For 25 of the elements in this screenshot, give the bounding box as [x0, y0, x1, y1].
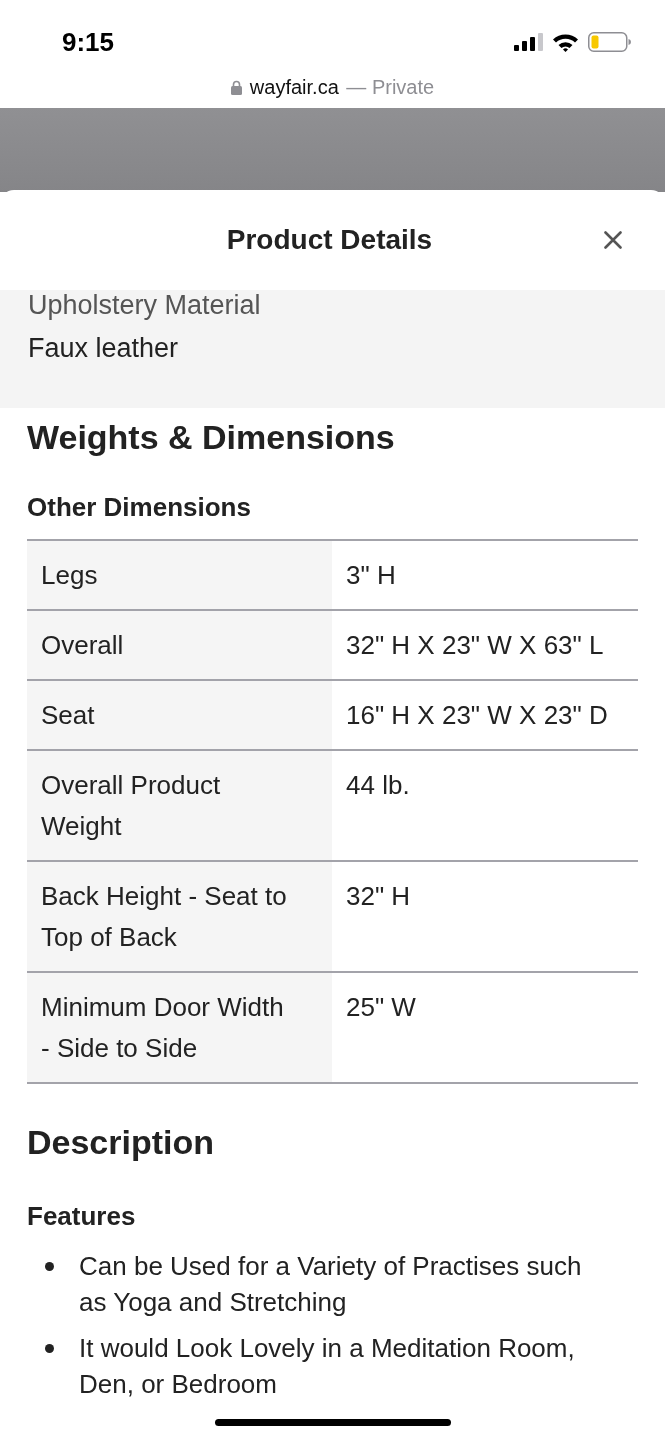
section-heading: Weights & Dimensions: [27, 417, 395, 458]
feature-text: Can be Used for a Variety of Practises such as Yoga and Stretching: [79, 1250, 583, 1319]
url-domain[interactable]: wayfair.ca: [249, 76, 339, 98]
subsection-heading: Features: [27, 1200, 136, 1233]
table-cell: Seat: [27, 681, 332, 749]
spec-value: Faux leather: [28, 332, 179, 365]
bullet-icon: [45, 1344, 54, 1353]
subsection-heading: Other Dimensions: [27, 491, 251, 524]
table-cell: Overall Product Weight: [27, 751, 332, 860]
signal-icon: [514, 33, 543, 51]
table-cell: Minimum Door Width - Side to Side: [27, 973, 332, 1082]
bullet-icon: [45, 1262, 54, 1271]
sheet-title: Product Details: [226, 223, 433, 257]
table-cell: Legs: [27, 541, 332, 609]
table-cell: Overall: [27, 611, 332, 679]
section-heading: Description: [27, 1122, 215, 1163]
lock-icon: [230, 79, 242, 95]
table-cell: Back Height - Seat to Top of Back: [27, 862, 332, 971]
private-label: — Private: [345, 76, 435, 98]
battery-icon: [588, 32, 631, 52]
status-time: 9:15: [62, 26, 115, 59]
feature-text: It would Look Lovely in a Meditation Room, Den, or Bedroom: [79, 1332, 576, 1401]
close-icon: [604, 231, 622, 249]
wifi-icon: [552, 32, 579, 52]
spec-label: Upholstery Material: [28, 290, 261, 320]
